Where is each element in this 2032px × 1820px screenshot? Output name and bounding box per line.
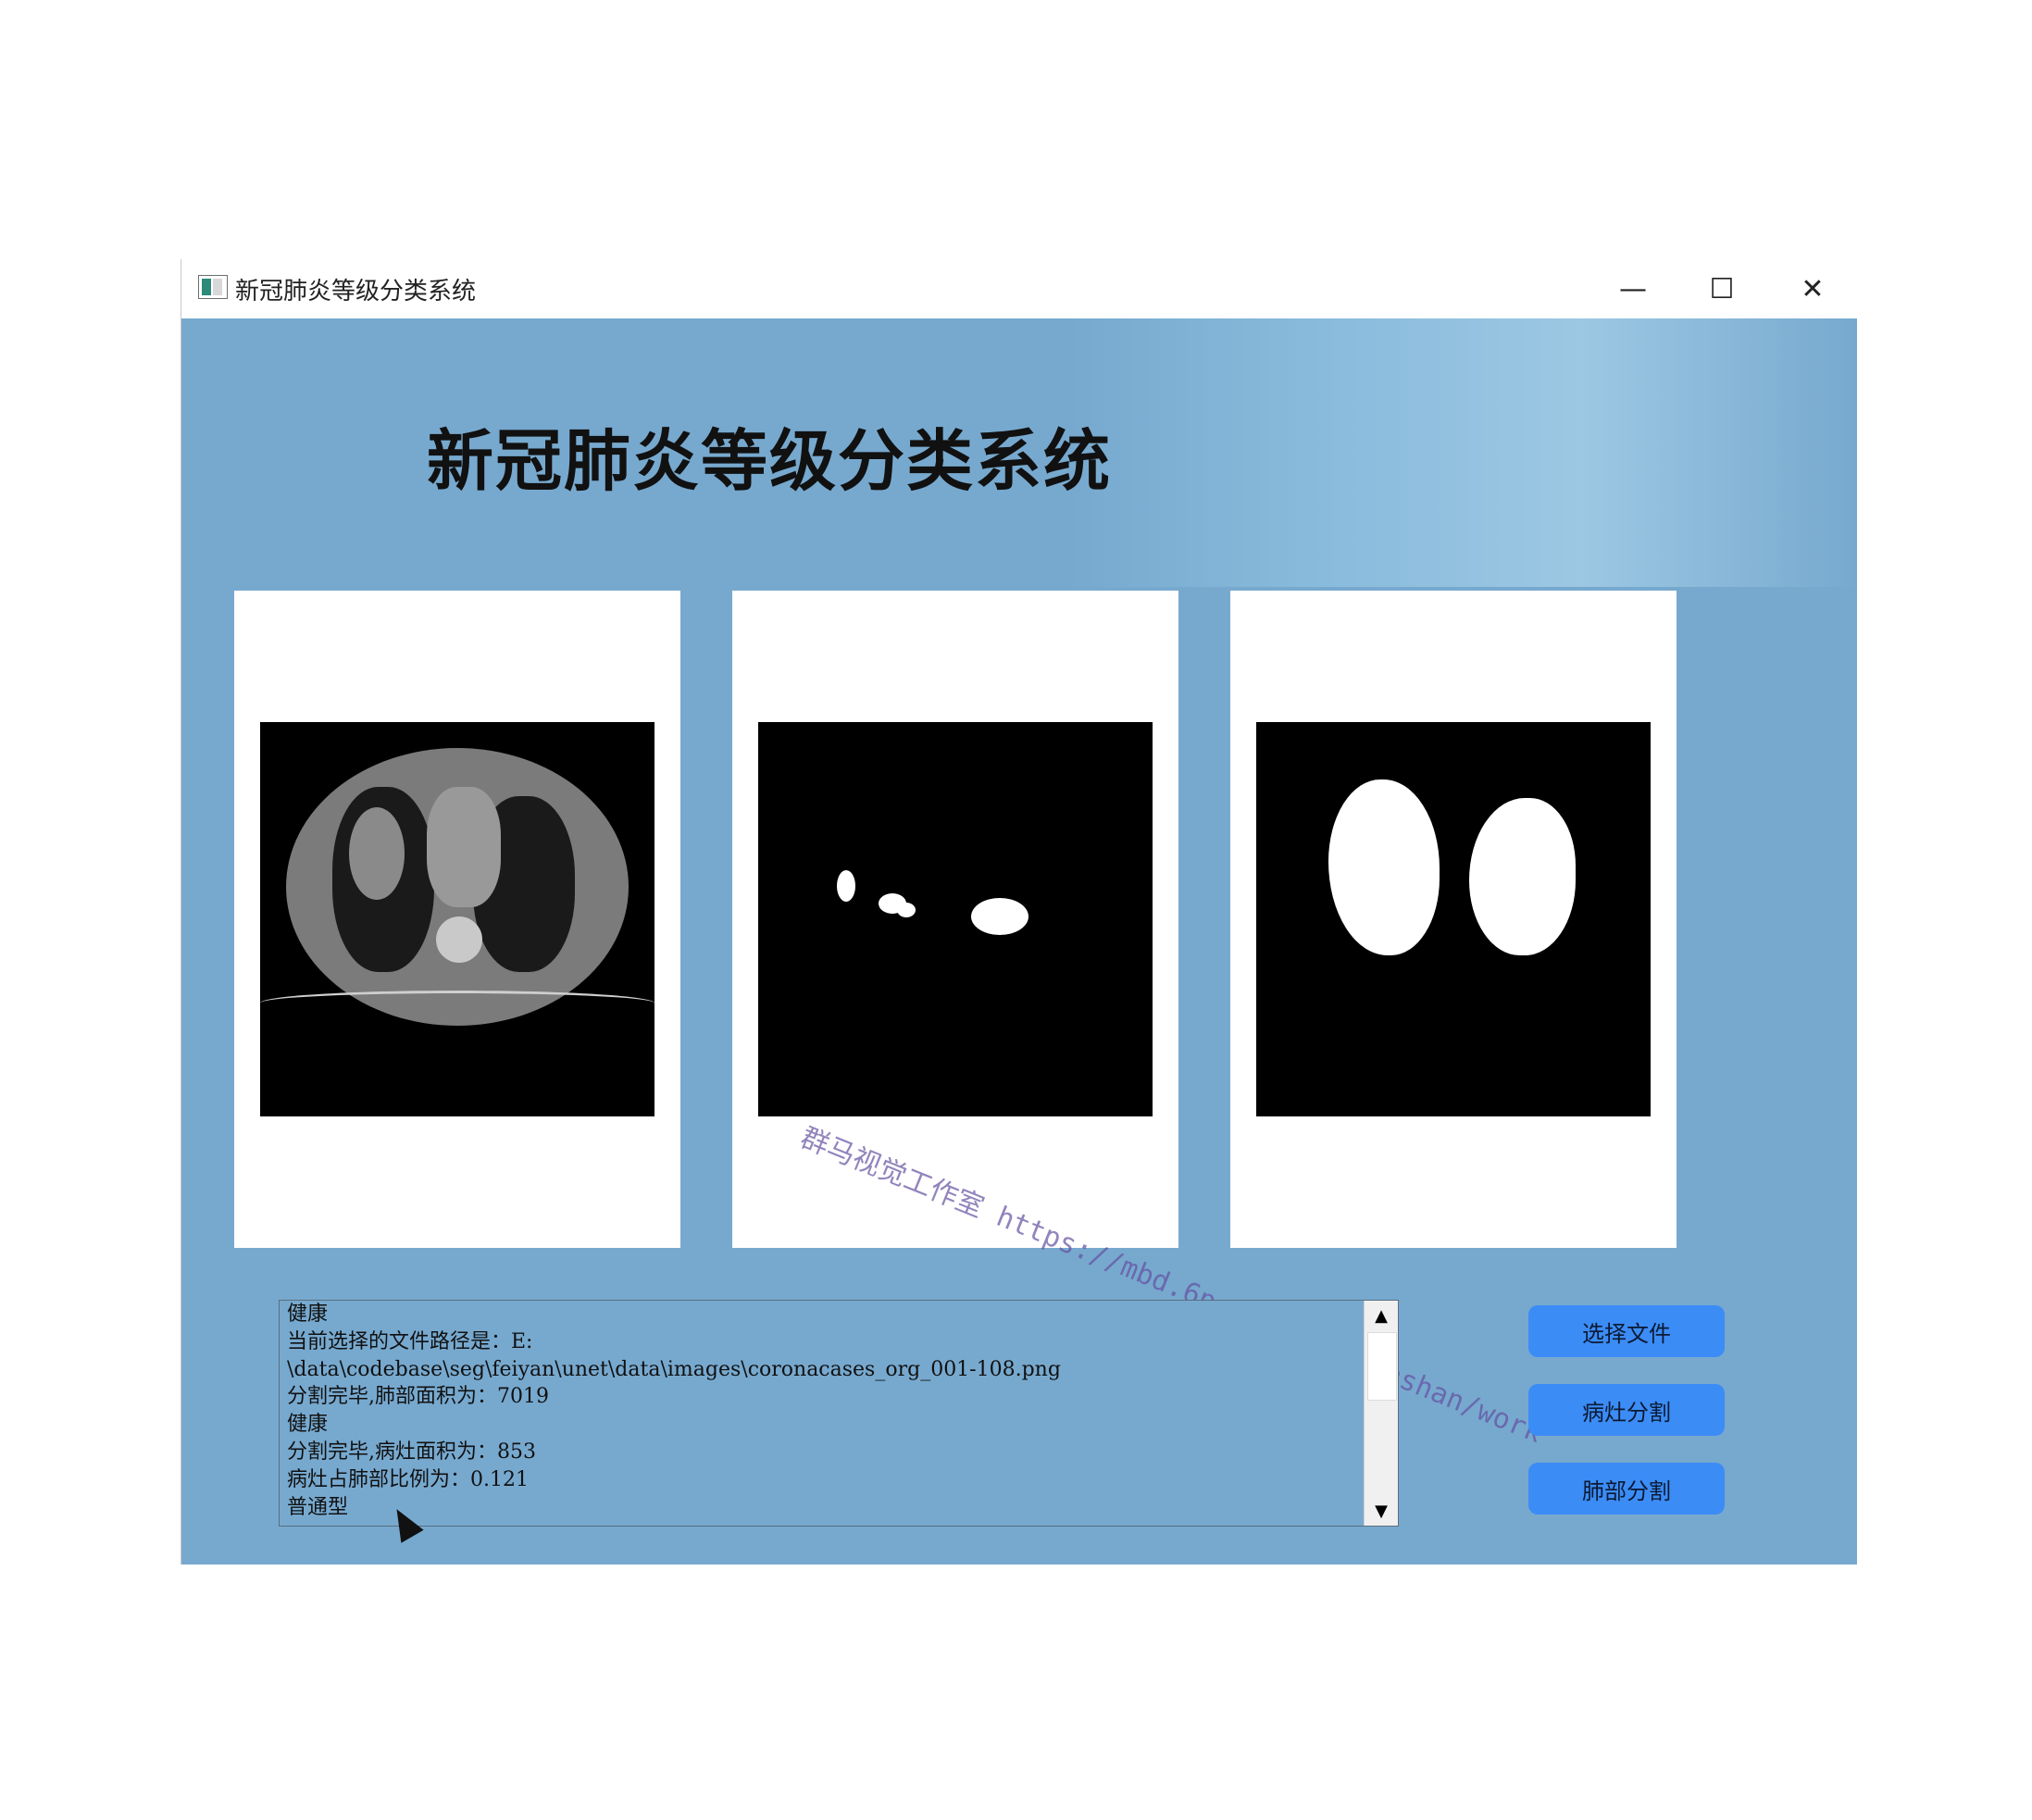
ct-scan-image [260,722,654,1116]
maximize-button[interactable]: ☐ [1677,259,1766,318]
log-line: 健康 [287,1413,329,1437]
lesion-mask-image [758,722,1153,1116]
panel-ct-scan [234,591,680,1248]
log-line: 当前选择的文件路径是：E: [287,1329,533,1353]
log-scrollbar[interactable]: ▲ ▼ [1364,1301,1398,1526]
title-bar[interactable]: 新冠肺炎等级分类系统 — ☐ ✕ [181,259,1857,318]
client-area: 新冠肺炎等级分类系统 群马视觉工作室 https://mbd.6pen.art/… [181,318,1857,1564]
log-line: 分割完毕,肺部面积为：7019 [287,1385,549,1409]
lung-mask-image [1256,722,1651,1116]
app-icon [198,275,228,299]
minimize-button[interactable]: — [1589,259,1677,318]
banner-title: 新冠肺炎等级分类系统 [427,422,1113,500]
log-textarea[interactable]: 健康 当前选择的文件路径是：E: \data\codebase\seg\feiy… [279,1300,1399,1527]
log-line: 分割完毕,病灶面积为：853 [287,1440,536,1464]
log-line: 健康 [287,1303,329,1326]
log-line: 病灶占肺部比例为：0.121 [287,1467,529,1491]
log-line: \data\codebase\seg\feiyan\unet\data\imag… [287,1357,1061,1381]
log-line: 普通型 [287,1495,349,1519]
lung-segment-button[interactable]: 肺部分割 [1528,1463,1725,1515]
scroll-up-arrow-icon[interactable]: ▲ [1365,1301,1398,1330]
panel-lung-mask [1230,591,1677,1248]
app-window: 新冠肺炎等级分类系统 — ☐ ✕ 新冠肺炎等级分类系统 群马视觉工作室 http… [181,259,1857,1564]
scroll-down-arrow-icon[interactable]: ▼ [1365,1496,1398,1526]
banner-image [1070,318,1857,587]
lesion-segment-button[interactable]: 病灶分割 [1528,1384,1725,1436]
close-button[interactable]: ✕ [1768,259,1857,318]
scroll-thumb[interactable] [1367,1332,1397,1401]
window-title: 新冠肺炎等级分类系统 [235,278,477,305]
select-file-button[interactable]: 选择文件 [1528,1305,1725,1357]
log-content: 健康 当前选择的文件路径是：E: \data\codebase\seg\feiy… [287,1301,1361,1521]
